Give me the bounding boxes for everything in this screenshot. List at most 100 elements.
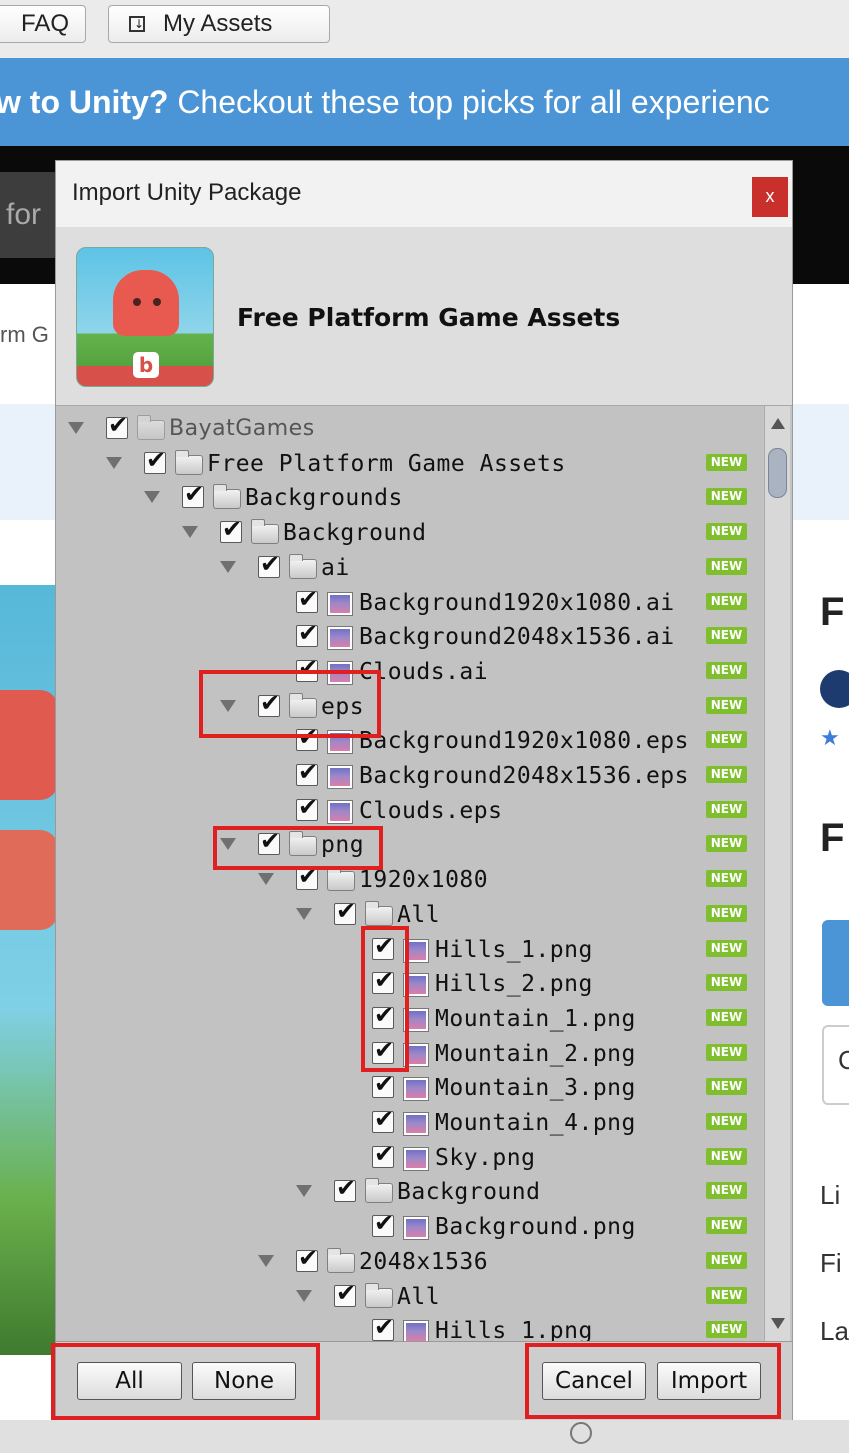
include-checkbox[interactable] [334,1174,356,1203]
scrollbar-thumb[interactable] [768,448,787,498]
image-file-icon [403,1112,429,1136]
include-checkbox[interactable] [182,480,204,509]
promo-banner[interactable]: w to Unity? Checkout these top picks for… [0,58,849,146]
tree-file-row[interactable]: Background1920x1080.eps NEW [56,723,762,760]
tree-item-label: Backgrounds [245,485,403,512]
new-badge: NEW [706,731,747,749]
file-size-label-fragment: Fi [820,1248,842,1278]
scroll-up-arrow-icon[interactable] [771,418,785,429]
new-badge: NEW [706,557,747,575]
include-checkbox[interactable] [220,515,242,544]
tree-file-row[interactable]: Hills_1.png NEW [56,1313,762,1341]
highlight-box-checkboxes [361,926,409,1072]
expand-arrow-icon[interactable] [296,1289,312,1302]
new-badge: NEW [706,1043,747,1061]
include-checkbox[interactable] [296,619,318,648]
tree-folder-row[interactable]: epsNEW [56,689,762,726]
include-checkbox[interactable] [372,1209,394,1238]
new-badge: NEW [706,1113,747,1130]
tree-item-label: ai [321,554,350,581]
preview-logo-part [0,830,58,930]
expand-arrow-icon[interactable] [258,1254,274,1267]
tree-item-label: Background [283,520,427,547]
tree-folder-row[interactable]: ai NEW [56,550,762,587]
include-checkbox[interactable] [258,550,280,578]
dialog-titlebar: Import Unity Package x [56,161,792,228]
image-file-icon [403,1216,429,1241]
include-checkbox[interactable] [372,1070,394,1099]
tree-file-row[interactable]: Background2048x1536.eps NEW [56,758,762,795]
tree-folder-row[interactable]: Backgrounds NEW [56,480,762,517]
include-checkbox[interactable] [296,585,318,613]
new-badge: NEW [706,1251,747,1269]
include-checkbox[interactable] [296,1244,318,1272]
scroll-down-arrow-icon[interactable] [771,1318,785,1329]
expand-arrow-icon[interactable] [296,907,312,920]
tree-file-row[interactable]: Background.png NEW [56,1209,762,1246]
tree-scrollbar[interactable] [764,406,790,1341]
tree-file-row[interactable]: Background2048x1536.ai NEW [56,619,762,656]
tree-file-row[interactable]: Hills_2.png NEW [56,966,762,1003]
tree-file-row[interactable]: Mountain_4.png NEW [56,1105,762,1142]
tree-folder-row[interactable]: Background NEW [56,1174,762,1211]
include-checkbox[interactable] [334,897,356,925]
include-checkbox[interactable] [106,411,128,439]
include-checkbox[interactable] [372,1105,394,1133]
new-badge: NEW [706,627,747,645]
my-assets-button[interactable]: ↓ My Assets [108,5,330,43]
tree-folder-row[interactable]: pngNEW [56,827,762,864]
tree-file-row[interactable]: Mountain_1.png NEW [56,1001,762,1038]
my-assets-label: My Assets [163,10,273,37]
close-button[interactable]: x [752,177,788,217]
tree-folder-row[interactable]: All NEW [56,1279,762,1316]
expand-arrow-icon[interactable] [296,1185,312,1198]
asset-tree[interactable]: BayatGamesFree Platform Game AssetsNEWBa… [56,406,762,1341]
favorite-button-fragment[interactable]: C [822,1025,849,1105]
expand-arrow-icon[interactable] [220,560,236,573]
expand-arrow-icon[interactable] [106,456,122,469]
search-field-fragment[interactable]: for [0,172,58,258]
include-checkbox[interactable] [296,862,318,891]
faq-button[interactable]: FAQ [0,5,86,43]
new-badge: NEW [706,453,747,471]
tree-file-row[interactable]: Sky.png NEW [56,1140,762,1177]
tree-file-row[interactable]: Mountain_3.png NEW [56,1070,762,1107]
include-checkbox[interactable] [296,758,318,786]
new-badge: NEW [706,1321,747,1339]
include-checkbox[interactable] [144,446,166,474]
license-label-fragment: Li [820,1180,841,1210]
tree-file-row[interactable]: Clouds.aiNEW [56,654,762,691]
tree-item-label: Background2048x1536.ai [359,624,675,651]
tree-file-row[interactable]: Hills_1.png NEW [56,932,762,969]
tree-folder-row[interactable]: All NEW [56,897,762,934]
expand-arrow-icon[interactable] [144,491,160,504]
tree-item-label: BayatGames [169,416,315,441]
expand-arrow-icon[interactable] [258,873,274,886]
expand-arrow-icon[interactable] [182,526,198,539]
include-checkbox[interactable] [372,1140,394,1168]
tree-item-label: Mountain_1.png [435,1005,636,1032]
tree-file-row[interactable]: Mountain_2.png NEW [56,1036,762,1073]
tree-folder-row[interactable]: Free Platform Game Assets NEW [56,446,762,483]
tree-folder-row[interactable]: BayatGames [56,411,762,448]
include-checkbox[interactable] [334,1279,356,1307]
tree-folder-row[interactable]: 1920x1080 NEW [56,862,762,899]
expand-arrow-icon[interactable] [68,422,84,434]
tree-folder-row[interactable]: 2048x1536 NEW [56,1244,762,1281]
include-checkbox[interactable] [372,1313,394,1341]
favorite-button-text: C [838,1045,849,1075]
tree-file-row[interactable]: Clouds.eps NEW [56,793,762,830]
new-badge: NEW [706,1078,747,1096]
tree-item-label: Hills_1.png [435,936,593,963]
tree-file-row[interactable]: Background1920x1080.ai NEW [56,585,762,622]
include-checkbox[interactable] [296,793,318,821]
tree-item-label: Clouds.eps [359,797,503,824]
preview-logo-part [0,690,58,800]
new-badge: NEW [706,1147,747,1165]
add-to-cart-button-fragment[interactable] [822,920,849,1006]
new-badge: NEW [706,800,747,818]
image-file-icon [327,799,353,824]
tree-folder-row[interactable]: Background NEW [56,515,762,552]
detail-title-fragment: F [820,590,845,634]
folder-icon [175,449,203,475]
